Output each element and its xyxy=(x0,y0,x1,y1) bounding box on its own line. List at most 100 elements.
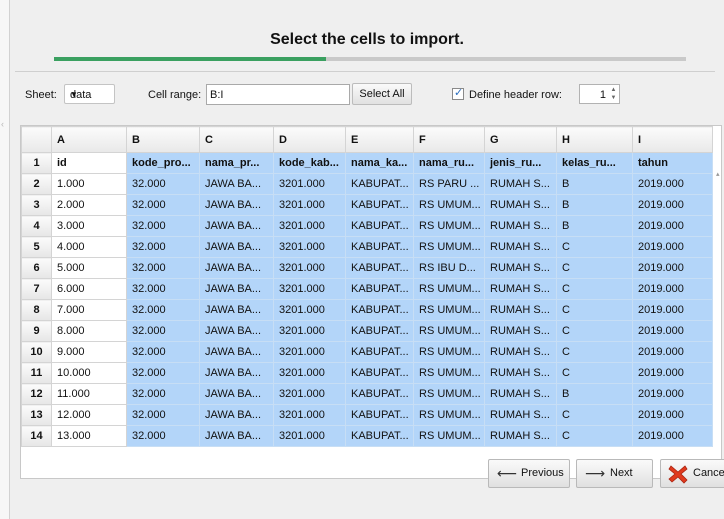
table-cell[interactable]: kode_pro... xyxy=(126,152,200,174)
row-number[interactable]: 8 xyxy=(21,299,52,321)
table-cell[interactable]: RUMAH S... xyxy=(484,278,557,300)
table-cell[interactable]: 3201.000 xyxy=(273,320,346,342)
row-number[interactable]: 12 xyxy=(21,383,52,405)
row-number[interactable]: 14 xyxy=(21,425,52,447)
table-cell[interactable]: C xyxy=(556,278,633,300)
table-cell[interactable]: KABUPAT... xyxy=(345,362,414,384)
table-cell[interactable]: C xyxy=(556,341,633,363)
table-cell[interactable]: 2019.000 xyxy=(632,425,713,447)
table-cell[interactable]: RS IBU D... xyxy=(413,257,485,279)
table-cell[interactable]: RUMAH S... xyxy=(484,257,557,279)
table-cell[interactable]: JAWA BA... xyxy=(199,425,274,447)
table-cell[interactable]: B xyxy=(556,173,633,195)
column-header-f[interactable]: F xyxy=(413,126,485,153)
table-cell[interactable]: nama_ru... xyxy=(413,152,485,174)
table-cell[interactable]: KABUPAT... xyxy=(345,257,414,279)
table-cell[interactable]: 3201.000 xyxy=(273,383,346,405)
table-cell[interactable]: RUMAH S... xyxy=(484,236,557,258)
table-cell[interactable]: kode_kab... xyxy=(273,152,346,174)
table-cell[interactable]: 32.000 xyxy=(126,194,200,216)
table-cell[interactable]: id xyxy=(51,152,127,174)
column-header-a[interactable]: A xyxy=(51,126,127,153)
next-button[interactable]: ⟶ Next xyxy=(576,459,653,488)
table-cell[interactable]: 2019.000 xyxy=(632,278,713,300)
table-cell[interactable]: jenis_ru... xyxy=(484,152,557,174)
table-cell[interactable]: KABUPAT... xyxy=(345,299,414,321)
table-cell[interactable]: B xyxy=(556,215,633,237)
table-cell[interactable]: nama_ka... xyxy=(345,152,414,174)
table-cell[interactable]: RS UMUM... xyxy=(413,236,485,258)
table-cell[interactable]: RS UMUM... xyxy=(413,341,485,363)
table-cell[interactable]: RUMAH S... xyxy=(484,383,557,405)
column-header-b[interactable]: B xyxy=(126,126,200,153)
table-cell[interactable]: 3201.000 xyxy=(273,173,346,195)
row-number[interactable]: 6 xyxy=(21,257,52,279)
table-cell[interactable]: C xyxy=(556,404,633,426)
table-cell[interactable]: 8.000 xyxy=(51,320,127,342)
table-cell[interactable]: 2019.000 xyxy=(632,383,713,405)
table-cell[interactable]: 3201.000 xyxy=(273,425,346,447)
define-header-checkbox[interactable]: ✓ xyxy=(452,87,464,100)
table-cell[interactable]: 32.000 xyxy=(126,215,200,237)
table-cell[interactable]: 3201.000 xyxy=(273,362,346,384)
table-cell[interactable]: B xyxy=(556,383,633,405)
table-cell[interactable]: 3.000 xyxy=(51,215,127,237)
table-cell[interactable]: RS UMUM... xyxy=(413,278,485,300)
table-cell[interactable]: 3201.000 xyxy=(273,278,346,300)
table-cell[interactable]: KABUPAT... xyxy=(345,173,414,195)
table-cell[interactable]: kelas_ru... xyxy=(556,152,633,174)
table-cell[interactable]: RUMAH S... xyxy=(484,404,557,426)
column-header-c[interactable]: C xyxy=(199,126,274,153)
table-cell[interactable]: 4.000 xyxy=(51,236,127,258)
column-header-d[interactable]: D xyxy=(273,126,346,153)
table-cell[interactable]: tahun xyxy=(632,152,713,174)
table-cell[interactable]: 10.000 xyxy=(51,362,127,384)
table-cell[interactable]: RUMAH S... xyxy=(484,299,557,321)
table-cell[interactable]: C xyxy=(556,236,633,258)
table-cell[interactable]: 32.000 xyxy=(126,236,200,258)
table-cell[interactable]: 7.000 xyxy=(51,299,127,321)
table-cell[interactable]: JAWA BA... xyxy=(199,215,274,237)
table-cell[interactable]: KABUPAT... xyxy=(345,236,414,258)
table-cell[interactable]: 6.000 xyxy=(51,278,127,300)
table-cell[interactable]: 3201.000 xyxy=(273,215,346,237)
up-down-arrows-icon[interactable]: ▲ ▼ xyxy=(609,86,618,102)
column-header-i[interactable]: I xyxy=(632,126,713,153)
table-cell[interactable]: C xyxy=(556,425,633,447)
table-cell[interactable]: KABUPAT... xyxy=(345,383,414,405)
row-number[interactable]: 13 xyxy=(21,404,52,426)
table-cell[interactable]: RUMAH S... xyxy=(484,320,557,342)
table-cell[interactable]: RS UMUM... xyxy=(413,425,485,447)
table-cell[interactable]: RS UMUM... xyxy=(413,299,485,321)
table-cell[interactable]: 32.000 xyxy=(126,404,200,426)
column-header-e[interactable]: E xyxy=(345,126,414,153)
table-cell[interactable]: 32.000 xyxy=(126,341,200,363)
table-cell[interactable]: 2019.000 xyxy=(632,236,713,258)
table-cell[interactable]: RS UMUM... xyxy=(413,362,485,384)
row-number[interactable]: 11 xyxy=(21,362,52,384)
row-number[interactable]: 10 xyxy=(21,341,52,363)
column-header-h[interactable]: H xyxy=(556,126,633,153)
table-cell[interactable]: 2019.000 xyxy=(632,257,713,279)
table-cell[interactable]: JAWA BA... xyxy=(199,194,274,216)
table-cell[interactable]: 3201.000 xyxy=(273,194,346,216)
table-cell[interactable]: RS UMUM... xyxy=(413,320,485,342)
cell-preview-grid[interactable]: ABCDEFGHI 1 id kode_pro... nama_pr... kode_k… xyxy=(20,125,722,479)
table-cell[interactable]: RUMAH S... xyxy=(484,362,557,384)
table-cell[interactable]: C xyxy=(556,257,633,279)
table-cell[interactable]: JAWA BA... xyxy=(199,299,274,321)
row-number[interactable]: 2 xyxy=(21,173,52,195)
table-cell[interactable]: C xyxy=(556,299,633,321)
header-row-spinner[interactable]: 1 ▲ ▼ xyxy=(579,84,620,104)
table-cell[interactable]: 3201.000 xyxy=(273,341,346,363)
table-cell[interactable]: 3201.000 xyxy=(273,236,346,258)
table-cell[interactable]: JAWA BA... xyxy=(199,320,274,342)
table-cell[interactable]: 3201.000 xyxy=(273,257,346,279)
table-cell[interactable]: 13.000 xyxy=(51,425,127,447)
table-cell[interactable]: 1.000 xyxy=(51,173,127,195)
table-cell[interactable]: JAWA BA... xyxy=(199,173,274,195)
table-cell[interactable]: JAWA BA... xyxy=(199,341,274,363)
row-number[interactable]: 7 xyxy=(21,278,52,300)
table-cell[interactable]: RUMAH S... xyxy=(484,215,557,237)
cell-range-input[interactable]: B:I xyxy=(206,84,350,105)
